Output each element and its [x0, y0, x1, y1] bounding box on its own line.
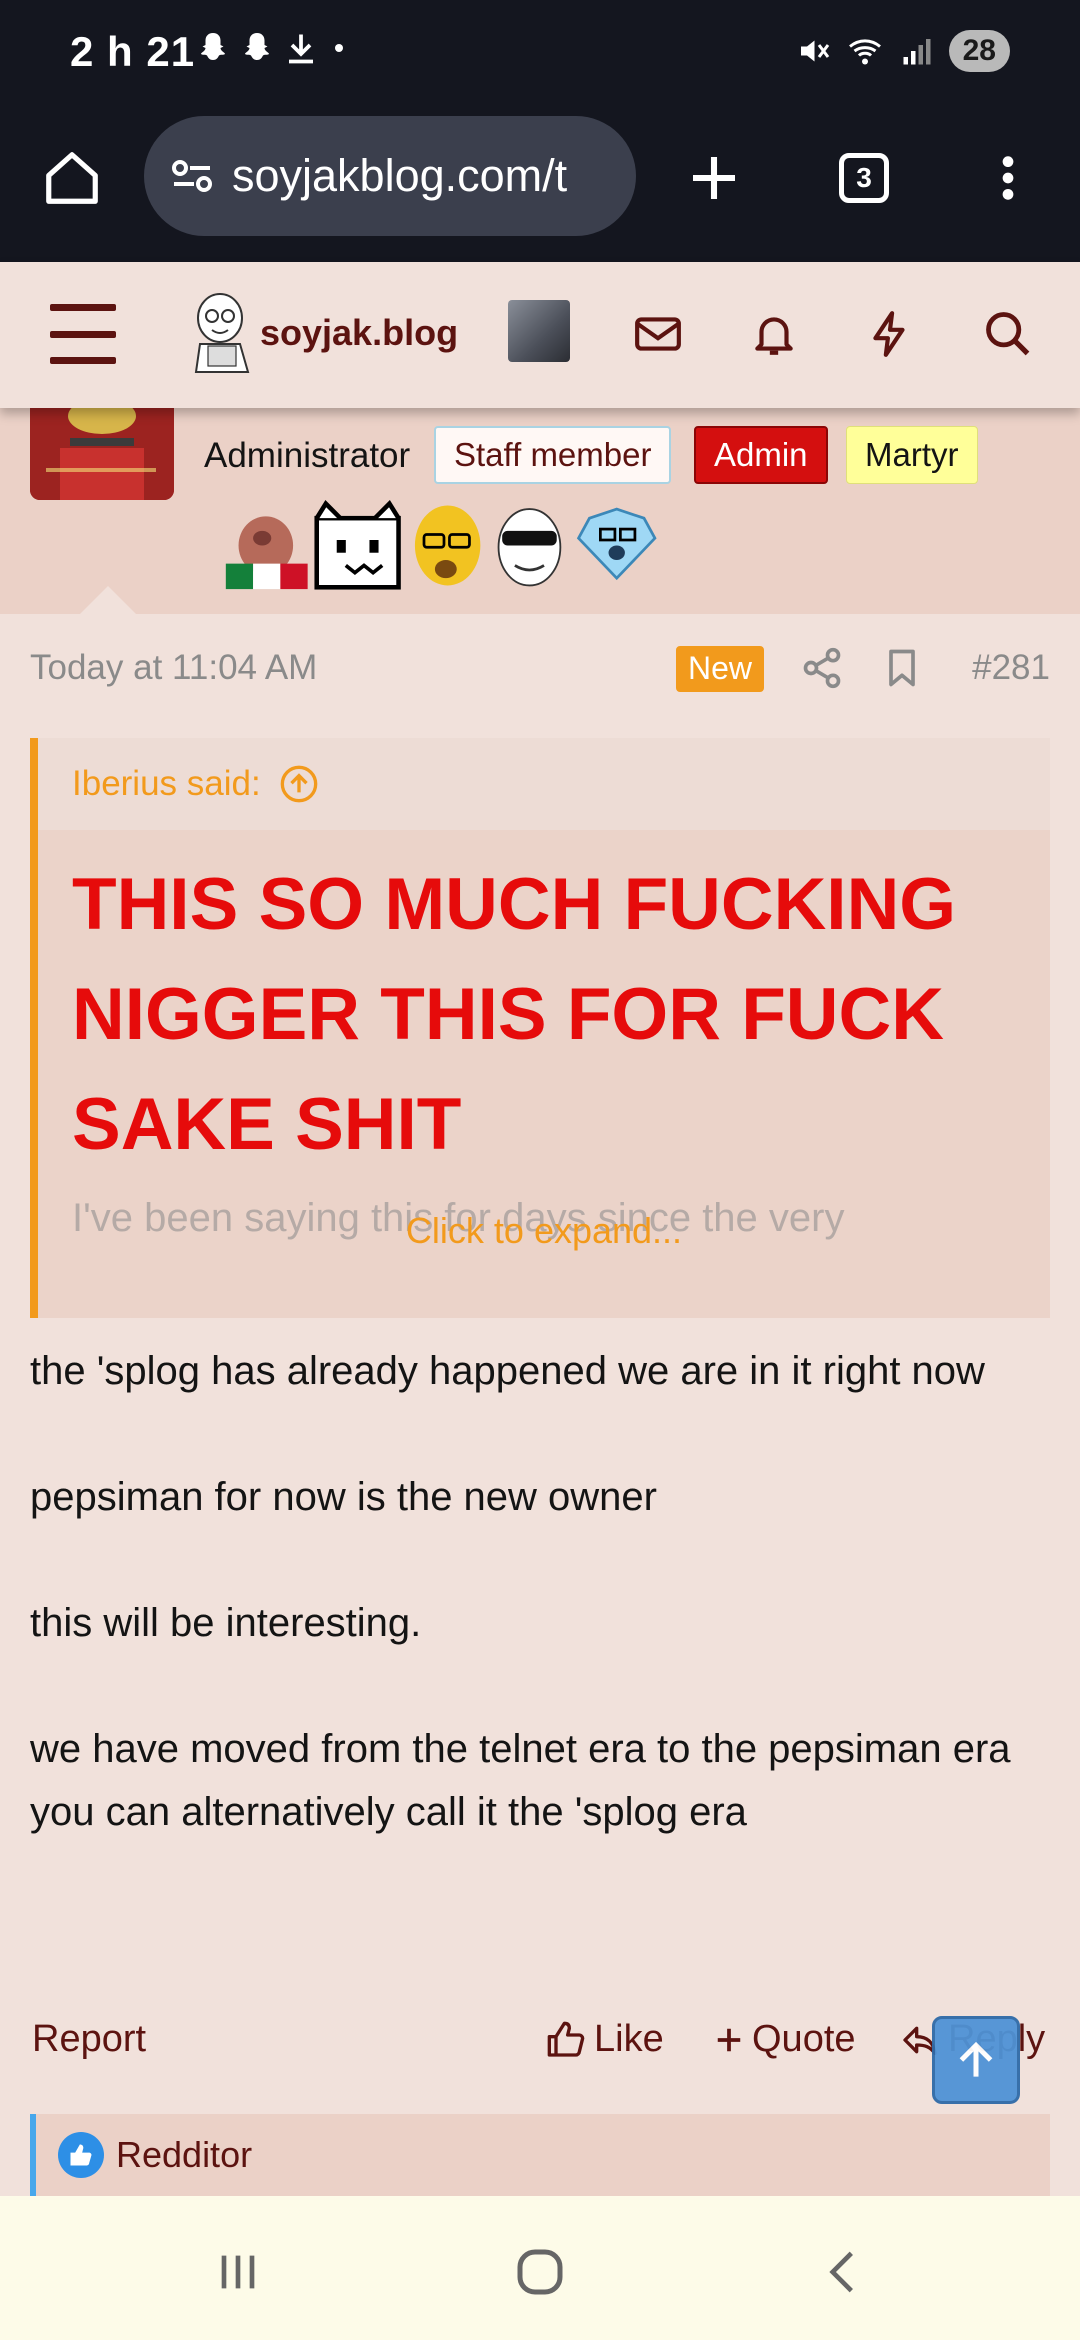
site-logo[interactable]: soyjak.blog	[188, 292, 458, 374]
chevron-left-icon	[829, 2251, 853, 2293]
quote-shout-text: THIS SO MUCH FUCKING NIGGER THIS FOR FUC…	[72, 864, 957, 1165]
recent-apps-button[interactable]	[198, 2232, 278, 2312]
user-block-arrow	[80, 586, 136, 614]
wifi-icon	[848, 39, 881, 65]
dot-icon	[335, 44, 343, 52]
share-icon[interactable]	[800, 646, 844, 690]
site-header: soyjak.blog	[0, 262, 1080, 408]
system-nav-bar	[0, 2196, 1080, 2340]
quote-author[interactable]: Iberius said:	[72, 764, 261, 804]
message-date[interactable]: Today at 11:04 AM	[30, 648, 317, 688]
soyjak-logo-icon	[194, 293, 250, 373]
mexican-soyjak-icon	[225, 516, 308, 590]
more-vertical-icon	[1002, 156, 1014, 200]
message-number[interactable]: #281	[972, 648, 1050, 688]
download-icon	[289, 34, 313, 64]
message-paragraph: this will be interesting.	[30, 1601, 422, 1645]
logo-text: soyjak.blog	[260, 312, 459, 353]
conversations-button[interactable]	[628, 304, 688, 364]
battery-level: 28	[948, 30, 1010, 72]
browser-toolbar: soyjakblog.com/t 3	[0, 108, 1080, 262]
like-reaction-icon	[58, 2132, 104, 2178]
yellow-soyjak-icon	[414, 505, 481, 586]
quote-label: Quote	[752, 2018, 856, 2060]
plus-icon	[693, 157, 735, 199]
quote-button[interactable]: Quote	[714, 2018, 856, 2061]
home-button[interactable]	[22, 128, 122, 228]
sunglasses-wojak-icon	[497, 508, 562, 587]
pixel-cat-icon	[314, 500, 401, 590]
mute-icon	[800, 40, 829, 62]
user-avatar[interactable]	[30, 408, 174, 500]
home-nav-button[interactable]	[500, 2232, 580, 2312]
whats-new-button[interactable]	[860, 304, 920, 364]
account-avatar[interactable]	[508, 300, 570, 362]
snapchat-icon	[201, 33, 225, 60]
envelope-icon	[635, 317, 681, 351]
arrow-up-circle-icon[interactable]	[279, 764, 319, 804]
back-button[interactable]	[802, 2232, 882, 2312]
reactions-bar[interactable]: Redditor	[30, 2114, 1050, 2196]
reaction-user[interactable]: Redditor	[116, 2134, 252, 2176]
alerts-button[interactable]	[744, 304, 804, 364]
scroll-to-top-button[interactable]	[932, 2016, 1020, 2104]
notification-icons	[195, 30, 351, 66]
arrow-up-icon	[959, 2041, 993, 2077]
like-label: Like	[594, 2018, 664, 2060]
home-circle-icon	[517, 2249, 563, 2295]
system-icons: 28	[795, 30, 1010, 72]
message-actions: Report Like Quote Reply	[0, 2010, 1080, 2074]
message-attribution: Today at 11:04 AM New #281	[0, 640, 1080, 700]
user-title: Administrator	[204, 436, 411, 475]
message-paragraph: the 'splog has already happened we are i…	[30, 1349, 985, 1393]
recent-apps-icon	[221, 2255, 255, 2289]
status-bar: 2 h 21 28	[0, 0, 1080, 108]
message-paragraph: pepsiman for now is the new owner	[30, 1475, 657, 1519]
plus-icon	[717, 2028, 741, 2051]
martyr-badge: Martyr	[846, 426, 978, 484]
tab-count: 3	[839, 153, 889, 203]
click-to-expand-link[interactable]: Click to expand...	[38, 1210, 1050, 1252]
diamond-soyjak-icon	[576, 507, 657, 581]
user-trophy-icons	[225, 500, 657, 590]
address-bar[interactable]: soyjakblog.com/t	[144, 116, 636, 236]
message-paragraph: we have moved from the telnet era to the…	[30, 1727, 1011, 1834]
search-button[interactable]	[978, 304, 1038, 364]
quote-content: THIS SO MUCH FUCKING NIGGER THIS FOR FUC…	[38, 830, 1050, 1318]
status-time: 2 h 21	[70, 28, 196, 75]
new-badge: New	[676, 646, 765, 692]
message-body: the 'splog has already happened we are i…	[30, 1340, 1050, 1907]
search-icon	[986, 312, 1030, 356]
quote-block: Iberius said: THIS SO MUCH FUCKING NIGGE…	[30, 738, 1050, 1318]
bookmark-icon[interactable]	[880, 646, 924, 690]
signal-icon	[903, 39, 931, 65]
menu-button[interactable]	[50, 304, 116, 364]
bolt-icon	[873, 311, 905, 357]
like-button[interactable]: Like	[546, 2018, 664, 2061]
report-link[interactable]: Report	[32, 2018, 146, 2061]
home-icon	[46, 152, 98, 204]
message-user-block: Administrator Staff member Admin Martyr	[0, 408, 1080, 614]
quote-header[interactable]: Iberius said:	[38, 738, 1050, 830]
bell-icon	[755, 317, 793, 355]
browser-menu-button[interactable]	[958, 128, 1058, 228]
admin-badge: Admin	[694, 426, 828, 484]
site-settings-icon[interactable]	[168, 152, 216, 200]
thumbs-up-icon	[547, 2021, 585, 2057]
staff-member-badge: Staff member	[434, 426, 672, 484]
snapchat-icon	[245, 33, 269, 60]
new-tab-button[interactable]	[664, 128, 764, 228]
url-text[interactable]: soyjakblog.com/t	[232, 150, 567, 202]
tab-switcher-button[interactable]: 3	[814, 128, 914, 228]
